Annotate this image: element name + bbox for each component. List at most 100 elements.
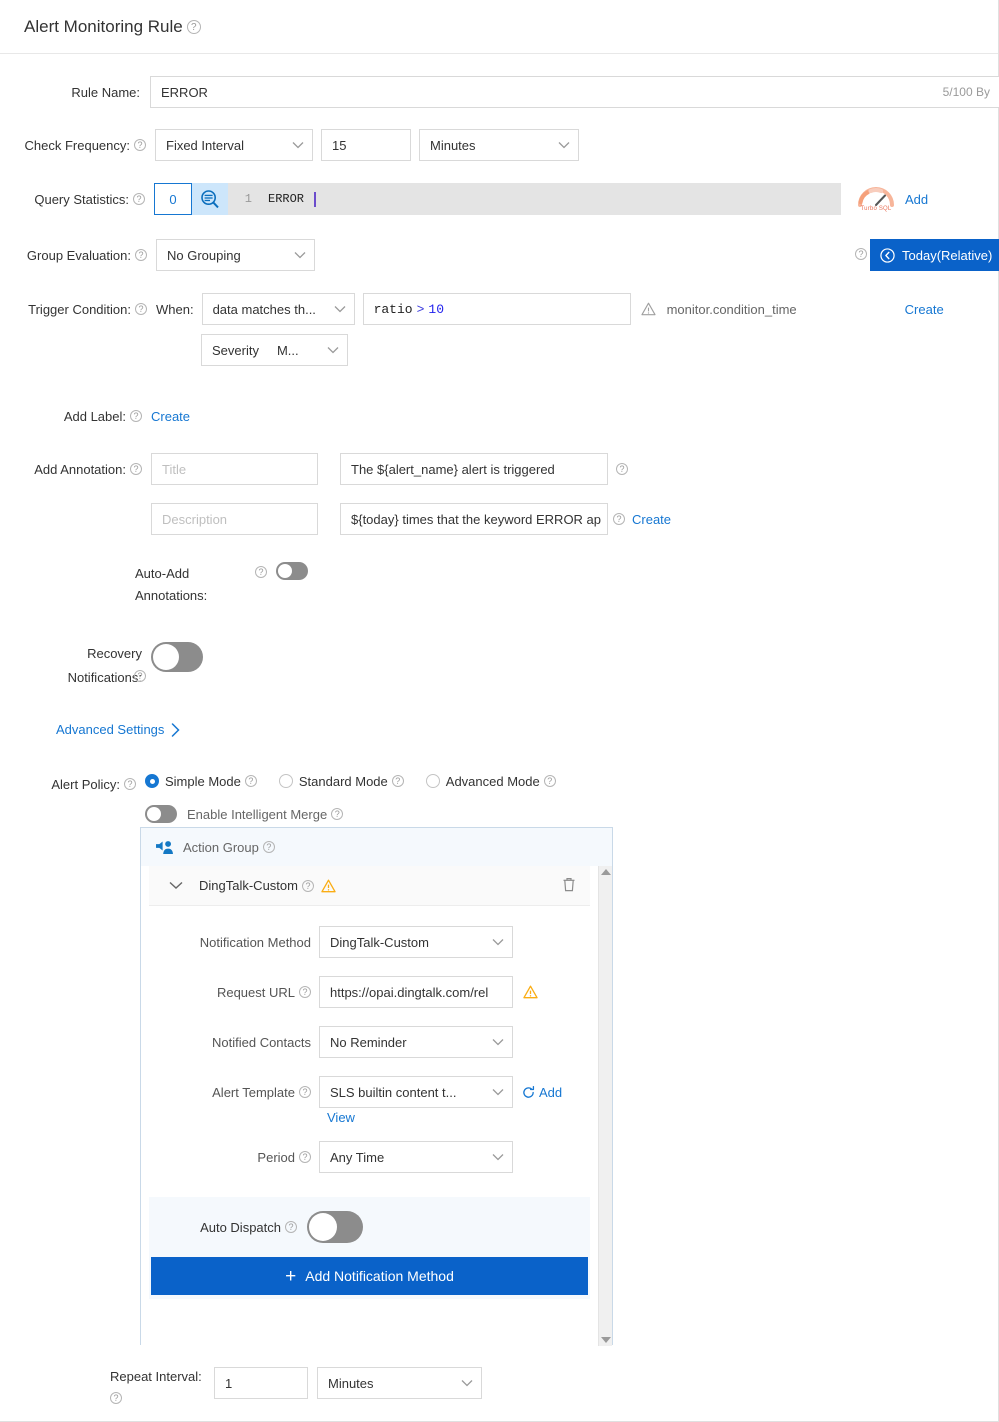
alert-policy-row: Alert Policy: ? Simple Mode ? Standard M… (0, 768, 556, 823)
field-value: DingTalk-Custom (330, 934, 429, 950)
annotation-description-help-icon[interactable]: ? (613, 513, 625, 525)
alert-policy-label: Alert Policy: (51, 776, 120, 792)
query-add-link[interactable]: Add (905, 192, 928, 207)
standard-mode-help-icon[interactable]: ? (391, 775, 404, 787)
recovery-notifications-help-icon[interactable]: ? (134, 670, 146, 682)
group-evaluation-select[interactable]: No Grouping (156, 239, 315, 271)
alert-template-help-icon[interactable]: ? (299, 1086, 311, 1098)
trigger-match-type-value: data matches th... (212, 301, 316, 317)
repeat-interval-unit-select[interactable]: Minutes (317, 1367, 482, 1399)
annotation-description-content-input[interactable]: ${today} times that the keyword ERROR ap (340, 503, 608, 535)
notification-method-name: DingTalk-Custom (199, 878, 298, 893)
annotation-content-help-icon[interactable]: ? (616, 463, 628, 475)
chevron-down-icon[interactable] (169, 881, 183, 890)
add-label-help-icon[interactable]: ? (130, 410, 142, 422)
alert-template-refresh-button[interactable]: Add (522, 1085, 562, 1100)
chevron-right-icon (171, 722, 180, 737)
action-group-panel: Action Group ? DingTalk-Custom ? Notific… (140, 827, 613, 1346)
period-select[interactable]: Any Time (319, 1141, 513, 1173)
query-text: ERROR (268, 192, 305, 206)
advanced-settings-link[interactable]: Advanced Settings (56, 722, 180, 737)
check-frequency-interval-input[interactable]: 15 (321, 129, 411, 161)
annotation-title-input[interactable]: Title (151, 453, 318, 485)
request-url-help-icon[interactable]: ? (299, 986, 311, 998)
advanced-mode-help-icon[interactable]: ? (543, 775, 556, 787)
annotation-content-input[interactable]: The ${alert_name} alert is triggered (340, 453, 608, 485)
repeat-interval-value: 1 (225, 1375, 233, 1391)
time-range-help-icon[interactable]: ? (855, 248, 867, 260)
action-group-header: Action Group ? (141, 828, 612, 866)
trigger-condition-row: Trigger Condition: ? When: data matches … (0, 293, 944, 366)
turbo-sql-gauge-icon[interactable]: Turbo SQL (855, 186, 897, 212)
repeat-interval-help-icon[interactable]: ? (110, 1391, 122, 1404)
auto-dispatch-toggle[interactable] (307, 1211, 363, 1243)
trigger-expression-input[interactable]: ratio > 10 (362, 293, 631, 325)
field-notification-method: Notification Method DingTalk-Custom (149, 926, 590, 958)
auto-dispatch-help-icon[interactable]: ? (285, 1221, 297, 1233)
notification-method-select[interactable]: DingTalk-Custom (319, 926, 513, 958)
plus-icon: + (285, 1265, 297, 1287)
notified-contacts-select[interactable]: No Reminder (319, 1026, 513, 1058)
annotation-description-input[interactable]: Description (151, 503, 318, 535)
recovery-notifications-toggle[interactable] (151, 642, 203, 672)
action-group-scrollbar[interactable] (598, 866, 612, 1346)
warning-triangle-icon (640, 302, 656, 316)
notification-method-help-icon[interactable]: ? (301, 879, 314, 892)
alert-template-add-link: Add (539, 1084, 563, 1100)
recovery-notifications-label-line2: Notifications: (67, 670, 142, 685)
alert-policy-mode-advanced[interactable]: Advanced Mode ? (425, 774, 556, 789)
request-url-input[interactable]: https://opai.dingtalk.com/rel (319, 976, 513, 1008)
alert-policy-help-icon[interactable]: ? (124, 778, 136, 790)
add-notification-method-button[interactable]: + Add Notification Method (151, 1257, 588, 1295)
simple-mode-help-icon[interactable]: ? (244, 775, 257, 787)
group-evaluation-help-icon[interactable]: ? (135, 249, 147, 261)
annotation-title-placeholder: Title (162, 461, 187, 477)
auto-add-annotations-toggle[interactable] (276, 562, 308, 580)
period-help-icon[interactable]: ? (299, 1151, 311, 1163)
add-label-label: Add Label: (63, 408, 126, 424)
rule-name-counter: 5/100 By (942, 85, 990, 99)
annotation-create-link[interactable]: Create (632, 512, 671, 527)
repeat-interval-label: Repeat Interval: (110, 1369, 202, 1384)
intelligent-merge-toggle[interactable] (145, 805, 177, 823)
chevron-down-icon (334, 305, 346, 313)
alert-template-select[interactable]: SLS builtin content t... (319, 1076, 513, 1108)
action-group-help-icon[interactable]: ? (262, 841, 275, 853)
trigger-condition-help-icon[interactable]: ? (135, 303, 147, 315)
turbo-sql-label: Turbo SQL (860, 206, 892, 212)
trash-icon[interactable] (562, 877, 576, 895)
query-index-value: 0 (169, 191, 177, 207)
check-frequency-help-icon[interactable]: ? (134, 139, 146, 151)
check-frequency-mode-select[interactable]: Fixed Interval (155, 129, 313, 161)
auto-add-annotations-help-icon[interactable]: ? (255, 566, 267, 578)
query-index-input[interactable]: 0 (154, 183, 192, 215)
rule-name-input[interactable]: ERROR 5/100 By (150, 76, 999, 108)
intelligent-merge-help-icon[interactable]: ? (331, 808, 344, 820)
field-value: https://opai.dingtalk.com/rel (330, 984, 489, 1000)
trigger-match-type-select[interactable]: data matches th... (201, 293, 355, 325)
alert-template-view-link[interactable]: View (327, 1110, 355, 1125)
repeat-interval-input[interactable]: 1 (214, 1367, 308, 1399)
trigger-severity-label: Severity (212, 342, 259, 358)
check-frequency-unit-select[interactable]: Minutes (419, 129, 579, 161)
auto-add-annotations-label-line1: Auto-Add (135, 566, 190, 581)
query-search-icon[interactable] (192, 183, 228, 215)
time-range-button[interactable]: Today(Relative) (870, 239, 999, 271)
query-editor[interactable]: 1 ERROR (228, 183, 841, 215)
query-statistics-help-icon[interactable]: ? (133, 193, 145, 205)
scroll-up-arrow-icon[interactable] (600, 869, 611, 875)
help-circle-icon[interactable]: ? (186, 19, 201, 34)
add-label-create-link[interactable]: Create (151, 409, 190, 424)
radio-unselected-icon (278, 774, 293, 788)
scroll-down-arrow-icon[interactable] (600, 1337, 611, 1343)
field-label-wrap: Period ? (149, 1150, 319, 1165)
alert-policy-mode-simple[interactable]: Simple Mode ? (145, 774, 257, 789)
field-label-wrap: Request URL ? (149, 985, 319, 1000)
add-annotation-help-icon[interactable]: ? (130, 463, 142, 475)
trigger-create-link[interactable]: Create (905, 302, 944, 317)
field-label: Notification Method (199, 934, 311, 950)
auto-dispatch-label-wrap: Auto Dispatch ? (149, 1220, 297, 1235)
trigger-severity-select[interactable]: Severity M... (201, 334, 348, 366)
alert-policy-mode-standard[interactable]: Standard Mode ? (278, 774, 404, 789)
recovery-notifications-label: Recovery Notifications: (42, 642, 142, 690)
